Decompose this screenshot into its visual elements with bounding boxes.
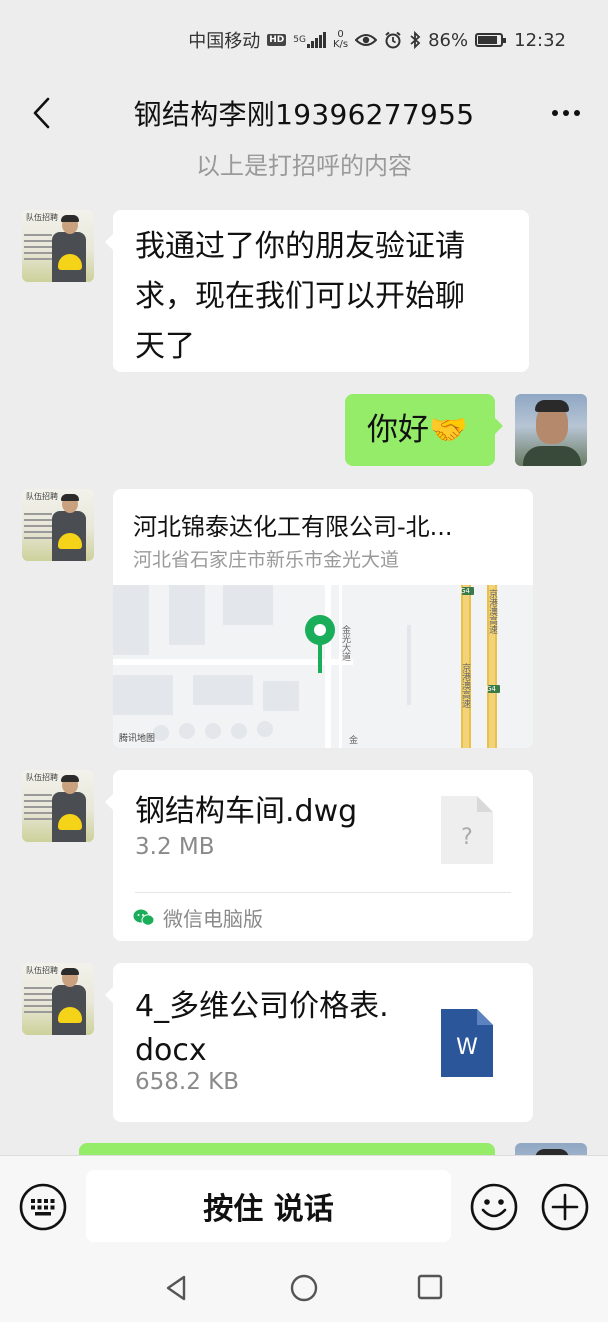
eye-icon bbox=[355, 33, 378, 47]
title-bar: 钢结构李刚19396277955 bbox=[0, 80, 608, 146]
alarm-icon bbox=[384, 31, 402, 49]
keyboard-icon bbox=[19, 1183, 67, 1231]
message-bubble-received[interactable]: 我通过了你的朋友验证请 求，现在我们可以开始聊 天了 bbox=[105, 210, 529, 372]
file-divider bbox=[135, 892, 511, 893]
contact-avatar[interactable]: 队伍招聘 bbox=[22, 770, 94, 842]
file-name: 钢结构车间.dwg bbox=[135, 794, 358, 829]
map-highway-name-top: 京港澳高速 bbox=[487, 589, 497, 634]
location-map[interactable]: G4 G4 京港澳高速 京港澳高速 金光大道 金 腾讯地图 bbox=[113, 585, 533, 748]
contact-avatar[interactable]: 队伍招聘 bbox=[22, 489, 94, 561]
map-highway-badge-top: G4 bbox=[460, 587, 470, 595]
word-file-letter: W bbox=[456, 1035, 478, 1060]
file-source-label: 微信电脑版 bbox=[163, 907, 263, 931]
hd-badge: HD bbox=[267, 34, 287, 46]
more-button[interactable] bbox=[542, 90, 590, 136]
signal-icon: 5G bbox=[293, 32, 326, 48]
network-speed: 0 K/s bbox=[333, 30, 348, 50]
wechat-pc-icon bbox=[133, 909, 155, 926]
battery-fill bbox=[478, 36, 498, 44]
plus-icon bbox=[541, 1183, 589, 1231]
file-name: 4_多维公司价格表. docx bbox=[135, 989, 389, 1068]
self-avatar[interactable] bbox=[515, 394, 587, 466]
contact-avatar[interactable]: 队伍招聘 bbox=[22, 210, 94, 282]
map-highway-badge-mid: G4 bbox=[486, 685, 496, 693]
emoji-button[interactable] bbox=[469, 1182, 519, 1232]
system-nav-bar bbox=[0, 1255, 608, 1322]
map-road-name: 金光大道 bbox=[340, 625, 350, 661]
location-card[interactable]: 河北锦泰达化工有限公司-北... 河北省石家庄市新乐市金光大道 G4 G4 京港… bbox=[113, 489, 533, 748]
back-arrow-icon bbox=[33, 97, 50, 129]
battery-percent: 86% bbox=[428, 29, 469, 51]
map-bottom-label: 金 bbox=[349, 736, 359, 746]
battery-icon bbox=[475, 33, 507, 47]
map-credit: 腾讯地图 bbox=[119, 734, 156, 744]
carrier-label: 中国移动 bbox=[188, 31, 261, 52]
unknown-file-icon: ? bbox=[441, 796, 493, 864]
file-card-dwg[interactable]: 钢结构车间.dwg 3.2 MB ? 微信电脑版 bbox=[105, 770, 533, 941]
svg-text:?: ? bbox=[461, 825, 473, 850]
clock: 12:32 bbox=[514, 29, 566, 51]
message-bubble-sent[interactable]: 你好🤝 bbox=[345, 394, 503, 466]
location-title: 河北锦泰达化工有限公司-北... bbox=[133, 513, 453, 541]
map-pin-icon bbox=[305, 615, 335, 673]
hold-to-talk-button[interactable]: 按住 说话 bbox=[86, 1170, 451, 1242]
speed-unit: K/s bbox=[332, 39, 349, 50]
network-type-label: 5G bbox=[293, 34, 306, 45]
map-highway-name: 京港澳高速 bbox=[460, 663, 470, 708]
nav-home-icon[interactable] bbox=[289, 1273, 319, 1303]
word-file-icon: W bbox=[441, 1009, 493, 1077]
file-source: 微信电脑版 bbox=[133, 903, 263, 932]
more-functions-button[interactable] bbox=[540, 1182, 590, 1232]
bluetooth-icon bbox=[409, 31, 421, 49]
chat-title: 钢结构李刚19396277955 bbox=[133, 98, 475, 131]
file-size: 658.2 KB bbox=[135, 1069, 240, 1095]
file-size: 3.2 MB bbox=[135, 834, 215, 860]
nav-recent-icon[interactable] bbox=[416, 1273, 444, 1301]
contact-avatar[interactable]: 队伍招聘 bbox=[22, 963, 94, 1035]
system-message: 以上是打招呼的内容 bbox=[196, 152, 412, 180]
file-card-docx[interactable]: 4_多维公司价格表. docx 658.2 KB W bbox=[105, 963, 533, 1122]
back-button[interactable] bbox=[22, 88, 62, 138]
nav-back-icon[interactable] bbox=[162, 1273, 192, 1303]
more-dots-icon bbox=[552, 110, 580, 116]
location-address: 河北省石家庄市新乐市金光大道 bbox=[133, 549, 400, 571]
emoji-icon bbox=[470, 1183, 518, 1231]
status-bar: 中国移动 HD 5G 0 K/s 86% 12:32 bbox=[0, 0, 608, 80]
input-bar: 按住 说话 bbox=[0, 1155, 608, 1255]
keyboard-toggle-button[interactable] bbox=[18, 1182, 68, 1232]
